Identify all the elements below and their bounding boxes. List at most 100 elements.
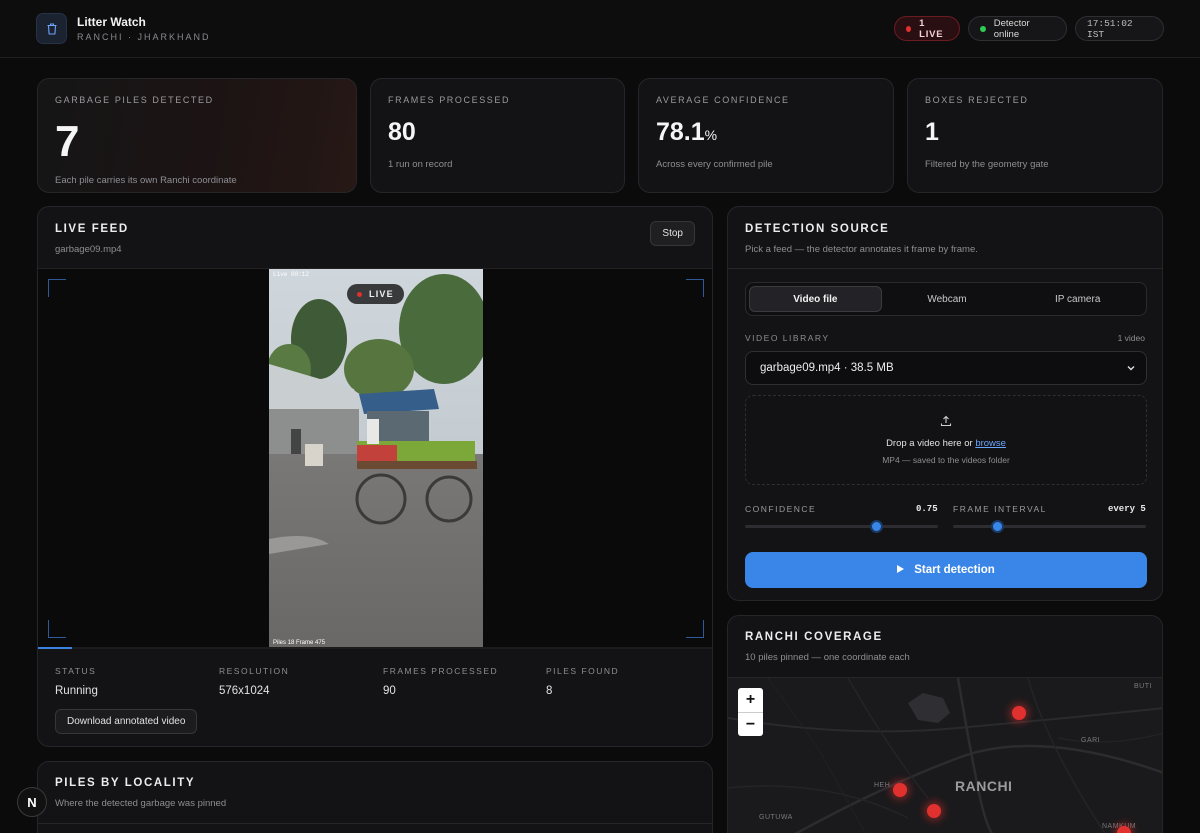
playback-progress [38, 647, 712, 649]
map-pin[interactable] [893, 783, 907, 797]
divider [728, 268, 1162, 269]
frame-interval-slider[interactable] [953, 520, 1146, 533]
stat-label: BOXES REJECTED [925, 95, 1029, 105]
video-viewport: Live 00:12 Piles 18 Frame 475 LIVE [38, 268, 712, 649]
playback-progress-fill [38, 647, 72, 649]
frame-corner [686, 279, 704, 297]
detection-source-panel: DETECTION SOURCE Pick a feed — the detec… [727, 206, 1163, 601]
framework-badge[interactable]: N [17, 787, 47, 817]
meta-label: RESOLUTION [219, 666, 290, 676]
frame-corner [48, 620, 66, 638]
detector-status-label: Detector online [993, 17, 1030, 40]
meta-value: 90 [383, 685, 396, 697]
live-dot-icon [906, 25, 912, 32]
piles-by-locality-panel: PILES BY LOCALITY Where the detected gar… [37, 761, 713, 833]
live-count-label: 1 LIVE [919, 17, 944, 40]
tab-video-file[interactable]: Video file [749, 286, 882, 312]
ranchi-coverage-panel: RANCHI COVERAGE 10 piles pinned — one co… [727, 615, 1163, 833]
stat-value: 7 [55, 117, 80, 166]
map-label-gari: GARI [1081, 737, 1101, 744]
chevron-down-icon [1126, 363, 1136, 376]
video-select[interactable]: garbage09.mp4 · 38.5 MB [745, 351, 1147, 385]
detection-title: DETECTION SOURCE [745, 223, 890, 235]
top-header: Litter Watch RANCHI · JHARKHAND 1 LIVE D… [0, 0, 1200, 58]
zoom-out-button[interactable]: − [738, 712, 763, 736]
frame-interval-value: every 5 [1108, 504, 1146, 514]
stat-note: Each pile carries its own Ranchi coordin… [55, 175, 237, 186]
stop-button[interactable]: Stop [650, 221, 695, 246]
meta-value: 8 [546, 685, 553, 697]
map-label-gutuwa: GUTUWA [759, 814, 793, 821]
live-badge: LIVE [347, 284, 404, 304]
meta-frames: FRAMES PROCESSED 90 [383, 666, 498, 697]
detection-subtitle: Pick a feed — the detector annotates it … [745, 244, 978, 255]
video-library-label: VIDEO LIBRARY [745, 333, 830, 343]
frame-interval-label: FRAME INTERVAL [953, 504, 1047, 514]
download-annotated-video-button[interactable]: Download annotated video [55, 709, 198, 734]
app-title: Litter Watch [77, 15, 146, 29]
stat-note: Across every confirmed pile [656, 159, 773, 170]
video-drop-zone[interactable]: Drop a video here or browse MP4 — saved … [745, 395, 1147, 485]
live-count-badge: 1 LIVE [894, 16, 960, 41]
confidence-label: CONFIDENCE [745, 504, 817, 514]
coverage-title: RANCHI COVERAGE [745, 631, 883, 643]
source-tabs: Video file Webcam IP camera [745, 282, 1147, 316]
browse-link[interactable]: browse [975, 438, 1006, 449]
tab-webcam[interactable]: Webcam [882, 286, 1013, 312]
stat-label: FRAMES PROCESSED [388, 95, 511, 105]
clock: 17:51:02 IST [1075, 16, 1164, 41]
piles-title: PILES BY LOCALITY [55, 777, 196, 789]
coverage-subtitle: 10 piles pinned — one coordinate each [745, 652, 910, 663]
meta-value: Running [55, 685, 98, 697]
drop-instructions: Drop a video here or browse [746, 438, 1146, 449]
video-frame: Live 00:12 Piles 18 Frame 475 [269, 269, 483, 649]
map-label-buti: BUTI [1134, 683, 1152, 690]
drop-hint: MP4 — saved to the videos folder [882, 455, 1010, 465]
frame-corner [48, 279, 66, 297]
stat-value: 78.1% [656, 118, 718, 146]
stat-card-garbage-piles: GARBAGE PILES DETECTED 7 Each pile carri… [37, 78, 357, 193]
piles-subtitle: Where the detected garbage was pinned [55, 798, 227, 809]
map-pin[interactable] [1117, 826, 1131, 833]
stat-unit: % [704, 127, 718, 143]
divider [38, 823, 712, 824]
live-feed-file: garbage09.mp4 [55, 244, 122, 255]
frame-overlay-timestamp: Live 00:12 [273, 271, 310, 278]
meta-piles: PILES FOUND 8 [546, 666, 619, 697]
play-icon [897, 564, 905, 576]
frame-overlay-counter: Piles 18 Frame 475 [273, 640, 326, 646]
confidence-value: 0.75 [916, 504, 938, 514]
stat-card-average-confidence: AVERAGE CONFIDENCE 78.1% Across every co… [638, 78, 894, 193]
map-pin[interactable] [1012, 706, 1026, 720]
tab-ip-camera[interactable]: IP camera [1012, 286, 1143, 312]
stat-value: 1 [925, 118, 939, 146]
detector-status-badge: Detector online [968, 16, 1067, 41]
frame-corner [686, 620, 704, 638]
stat-value: 80 [388, 118, 416, 146]
map-pin[interactable] [927, 804, 941, 818]
frame-interval-slider-thumb[interactable] [991, 520, 1005, 533]
map-label-ranchi: RANCHI [955, 778, 1013, 794]
live-feed-panel: LIVE FEED garbage09.mp4 Stop Live 00:12 … [37, 206, 713, 747]
confidence-slider[interactable] [745, 520, 938, 533]
map-zoom-controls: + − [738, 688, 763, 736]
stat-card-boxes-rejected: BOXES REJECTED 1 Filtered by the geometr… [907, 78, 1163, 193]
app-subtitle: RANCHI · JHARKHAND [77, 32, 211, 42]
online-dot-icon [980, 25, 986, 32]
stat-note: Filtered by the geometry gate [925, 159, 1049, 170]
zoom-in-button[interactable]: + [738, 688, 763, 712]
meta-label: FRAMES PROCESSED [383, 666, 499, 676]
confidence-slider-thumb[interactable] [870, 520, 884, 533]
meta-status: STATUS Running [55, 666, 98, 697]
video-library-count: 1 video [1117, 333, 1145, 343]
meta-label: STATUS [55, 666, 97, 676]
coverage-map[interactable]: + − BUTI GARI HEH RANCHI GUTUWA NAMKUM [728, 677, 1162, 833]
map-roads [728, 678, 1162, 833]
stat-card-frames-processed: FRAMES PROCESSED 80 1 run on record [370, 78, 625, 193]
meta-resolution: RESOLUTION 576x1024 [219, 666, 289, 697]
meta-label: PILES FOUND [546, 666, 620, 676]
video-select-value: garbage09.mp4 · 38.5 MB [760, 362, 894, 374]
stat-label: GARBAGE PILES DETECTED [55, 95, 214, 105]
drop-text: Drop a video here or [886, 438, 976, 449]
start-detection-button[interactable]: Start detection [745, 552, 1147, 588]
